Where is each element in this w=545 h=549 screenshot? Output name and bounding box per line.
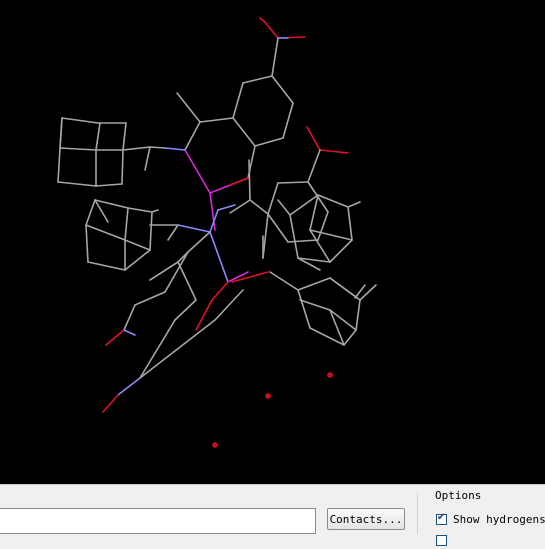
- second-option[interactable]: [436, 532, 453, 548]
- bond: [124, 239, 151, 251]
- bond: [139, 319, 216, 379]
- bond: [347, 206, 353, 241]
- bond: [117, 377, 141, 396]
- bond: [214, 289, 244, 321]
- bond: [122, 146, 151, 151]
- bond: [102, 394, 119, 413]
- bond: [267, 182, 279, 215]
- bond: [127, 207, 153, 213]
- bond: [124, 249, 151, 271]
- bond: [248, 159, 251, 201]
- bond: [149, 146, 166, 149]
- bond: [259, 17, 266, 23]
- bond: [57, 147, 61, 183]
- bond: [151, 209, 159, 213]
- bond: [176, 92, 201, 123]
- bond: [242, 75, 273, 84]
- bond: [122, 122, 127, 151]
- bond: [174, 299, 197, 321]
- bond: [343, 329, 357, 346]
- bond: [121, 149, 124, 185]
- show-hydrogens-checkbox[interactable]: ✔: [436, 511, 447, 525]
- bond: [144, 146, 151, 171]
- second-option-checkbox[interactable]: [436, 534, 447, 546]
- bond: [209, 231, 229, 283]
- bond: [164, 251, 189, 293]
- bond: [277, 181, 309, 184]
- bond: [95, 183, 123, 187]
- bond: [217, 204, 236, 211]
- bond: [282, 102, 294, 139]
- bond: [317, 211, 329, 241]
- panel-divider: [417, 493, 418, 534]
- bond: [267, 213, 289, 243]
- bond: [85, 199, 96, 226]
- bond: [184, 121, 201, 151]
- bond: [289, 214, 299, 259]
- bond: [59, 147, 97, 151]
- show-hydrogens-option[interactable]: ✔ Show hydrogens: [436, 511, 545, 527]
- bond: [209, 209, 219, 233]
- bond: [254, 137, 284, 147]
- bond: [306, 126, 321, 151]
- bond: [123, 329, 136, 336]
- bond: [85, 224, 126, 241]
- bond: [249, 199, 269, 215]
- bond: [85, 224, 89, 263]
- bond: [134, 291, 166, 306]
- bond: [277, 199, 291, 216]
- bond: [297, 277, 331, 291]
- bond: [307, 149, 321, 183]
- molecule-viewer[interactable]: [0, 0, 545, 484]
- bond: [95, 122, 101, 151]
- bond: [229, 177, 249, 186]
- bond: [195, 299, 213, 331]
- bond: [271, 75, 294, 104]
- bond: [269, 271, 299, 291]
- bond: [329, 239, 353, 263]
- checkmark-icon: ✔: [437, 511, 446, 523]
- bond: [57, 181, 97, 187]
- bond: [124, 207, 129, 241]
- show-hydrogens-label: Show hydrogens: [453, 512, 545, 526]
- bottom-panel: Contacts... Options ✔ Show hydrogens: [0, 484, 545, 546]
- bond: [61, 117, 99, 124]
- bond: [211, 281, 229, 301]
- bond: [177, 224, 211, 233]
- bond: [167, 224, 179, 241]
- bond: [271, 37, 279, 77]
- bond: [149, 211, 153, 251]
- bond: [105, 329, 125, 346]
- bond: [164, 147, 186, 151]
- bond: [123, 304, 136, 331]
- contacts-button[interactable]: Contacts...: [327, 508, 405, 530]
- bond: [355, 299, 361, 331]
- water-molecule: [212, 442, 218, 448]
- bond: [317, 194, 349, 208]
- bond: [309, 229, 353, 241]
- bond: [94, 199, 129, 209]
- water-molecule: [265, 393, 271, 399]
- bond: [232, 82, 244, 119]
- options-group-label: Options: [434, 489, 483, 502]
- info-text-field[interactable]: [0, 508, 316, 534]
- bond: [184, 149, 211, 194]
- bond: [177, 261, 197, 301]
- bond: [297, 289, 311, 329]
- bond: [59, 117, 63, 149]
- bond: [87, 261, 126, 271]
- options-group: Options ✔ Show hydrogens: [426, 489, 545, 549]
- bond: [232, 117, 256, 147]
- bond: [319, 149, 349, 154]
- molecule-structure: [57, 17, 377, 448]
- bond: [287, 239, 319, 243]
- bond: [347, 201, 361, 208]
- bond: [199, 117, 234, 123]
- bond: [139, 319, 176, 379]
- bond: [187, 231, 211, 253]
- bond: [229, 199, 251, 214]
- water-molecule: [327, 372, 333, 378]
